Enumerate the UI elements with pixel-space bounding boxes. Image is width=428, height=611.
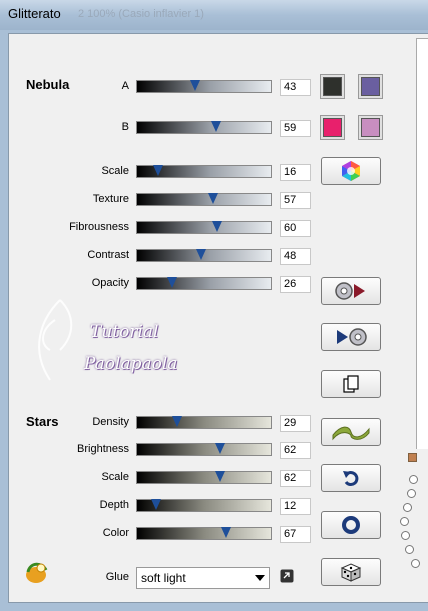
navigator-dot[interactable] — [407, 489, 416, 498]
value-color[interactable]: 67 — [280, 526, 311, 543]
slider-a[interactable] — [136, 80, 272, 93]
value-texture[interactable]: 57 — [280, 192, 311, 209]
slider-thumb[interactable] — [196, 249, 206, 260]
navigator-dot[interactable] — [409, 475, 418, 484]
undo-arrow-icon — [343, 471, 359, 487]
slider-label-b: B — [121, 121, 129, 133]
slider-label-color: Color — [102, 527, 129, 539]
navigator-dot[interactable] — [403, 503, 412, 512]
color-swatch-b2[interactable] — [361, 118, 380, 137]
slider-opacity[interactable] — [136, 277, 272, 290]
slider-label-scale: Scale — [101, 165, 129, 177]
slider-label-opacity: Opacity — [91, 277, 129, 289]
ring-icon — [342, 516, 360, 534]
value-star-scale[interactable]: 62 — [280, 470, 311, 487]
color-swatch-a2[interactable] — [361, 77, 380, 96]
glue-label: Glue — [105, 571, 129, 583]
slider-label-star-scale: Scale — [101, 471, 129, 483]
slider-label-contrast: Contrast — [87, 249, 129, 261]
slider-thumb[interactable] — [212, 221, 222, 232]
color-wheel-button[interactable] — [321, 157, 381, 185]
link-icon[interactable] — [280, 569, 294, 583]
undo-button[interactable] — [321, 464, 381, 492]
ring-button[interactable] — [321, 511, 381, 539]
navigator-dot[interactable] — [401, 531, 410, 540]
navigator-dot[interactable] — [400, 517, 409, 526]
slider-b[interactable] — [136, 121, 272, 134]
slider-density[interactable] — [136, 416, 272, 429]
apply-nebula-button[interactable] — [321, 323, 381, 351]
wave-icon — [332, 426, 370, 441]
color-swatch-b1[interactable] — [323, 118, 342, 137]
navigator-handle[interactable] — [408, 453, 417, 462]
watermark-flourish — [38, 299, 73, 381]
slider-scale[interactable] — [136, 165, 272, 178]
slider-brightness[interactable] — [136, 443, 272, 456]
slider-fibrousness[interactable] — [136, 221, 272, 234]
background-window-title: 2 100% (Casio inflavier 1) — [78, 8, 204, 20]
slider-thumb[interactable] — [208, 193, 218, 204]
glue-select[interactable]: soft light — [136, 567, 270, 589]
slider-thumb[interactable] — [153, 165, 163, 176]
value-density[interactable]: 29 — [280, 415, 311, 432]
navigator-dot[interactable] — [405, 545, 414, 554]
slider-label-texture: Texture — [92, 193, 129, 205]
color-wheel-icon — [342, 161, 360, 181]
dice-icon — [340, 563, 362, 582]
value-a[interactable]: 43 — [280, 79, 311, 96]
navigator-dot[interactable] — [411, 559, 420, 568]
value-brightness[interactable]: 62 — [280, 442, 311, 459]
disc-arrow-right-icon — [335, 282, 365, 300]
value-scale[interactable]: 16 — [280, 164, 311, 181]
value-contrast[interactable]: 48 — [280, 248, 311, 265]
watermark-line2: Paolapaola — [84, 354, 178, 374]
slider-label-a: A — [121, 80, 129, 92]
slider-thumb[interactable] — [190, 80, 200, 91]
title-bar[interactable]: Glitterato 2 100% (Casio inflavier 1) — [0, 0, 428, 30]
glitterato-window: Glitterato 2 100% (Casio inflavier 1) Ne… — [0, 0, 428, 611]
slider-label-density: Density — [92, 416, 129, 428]
slider-contrast[interactable] — [136, 249, 272, 262]
slider-thumb[interactable] — [151, 499, 161, 510]
slider-thumb[interactable] — [167, 277, 177, 288]
watermark-line1: Tutorial — [90, 322, 159, 342]
slider-label-depth: Depth — [99, 499, 129, 511]
preview-pane[interactable] — [416, 38, 428, 449]
value-b[interactable]: 59 — [280, 120, 311, 137]
slider-thumb[interactable] — [211, 121, 221, 132]
wave-button[interactable] — [321, 418, 381, 446]
slider-thumb[interactable] — [172, 416, 182, 427]
slider-texture[interactable] — [136, 193, 272, 206]
arrow-disc-icon — [337, 328, 367, 346]
color-swatch-a1[interactable] — [323, 77, 342, 96]
slider-star-scale[interactable] — [136, 471, 272, 484]
chevron-down-icon — [255, 575, 265, 581]
slider-thumb[interactable] — [215, 443, 225, 454]
slider-thumb[interactable] — [215, 471, 225, 482]
window-title: Glitterato — [8, 6, 61, 21]
glue-selected-value: soft light — [141, 571, 186, 585]
copy-button[interactable] — [321, 370, 381, 398]
slider-depth[interactable] — [136, 499, 272, 512]
random-button[interactable] — [321, 558, 381, 586]
copy-page-icon — [343, 375, 359, 393]
slider-label-fibrousness: Fibrousness — [69, 221, 129, 233]
slider-thumb[interactable] — [221, 527, 231, 538]
value-depth[interactable]: 12 — [280, 498, 311, 515]
slider-color[interactable] — [136, 527, 272, 540]
value-fibrousness[interactable]: 60 — [280, 220, 311, 237]
randomize-nebula-button[interactable] — [321, 277, 381, 305]
value-opacity[interactable]: 26 — [280, 276, 311, 293]
slider-label-brightness: Brightness — [77, 443, 129, 455]
